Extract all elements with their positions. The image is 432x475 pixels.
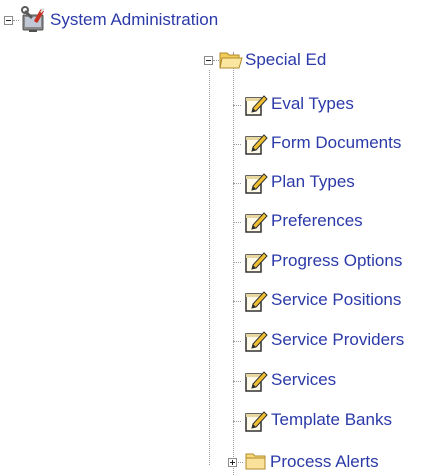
process-alerts-expand-toggle[interactable] xyxy=(228,458,237,467)
edit-document-icon xyxy=(245,331,268,352)
root-collapse-toggle[interactable] xyxy=(4,16,13,25)
folder-closed-icon xyxy=(245,453,266,470)
tree-node-services[interactable]: Services xyxy=(271,370,336,390)
edit-document-icon xyxy=(245,252,268,273)
edit-document-icon xyxy=(245,212,268,233)
tree-node-progress-options[interactable]: Progress Options xyxy=(271,251,402,271)
tree-node-service-positions[interactable]: Service Positions xyxy=(271,290,401,310)
tree-line-child-3 xyxy=(233,222,241,223)
tree-line-root xyxy=(13,20,19,21)
edit-document-icon xyxy=(245,371,268,392)
edit-document-icon xyxy=(245,291,268,312)
edit-document-icon xyxy=(245,411,268,432)
tree-line-level2-trunk xyxy=(233,92,234,475)
tree-node-special-ed[interactable]: Special Ed xyxy=(245,50,326,70)
tree-node-plan-types[interactable]: Plan Types xyxy=(271,172,355,192)
special-ed-collapse-toggle[interactable] xyxy=(204,56,213,65)
tree-line-child-8 xyxy=(233,421,241,422)
tree-node-preferences[interactable]: Preferences xyxy=(271,211,363,231)
edit-document-icon xyxy=(245,173,268,194)
tree-node-service-providers[interactable]: Service Providers xyxy=(271,330,404,350)
tree-line-special-ed-children xyxy=(209,70,210,465)
tree-line-child-0 xyxy=(233,105,241,106)
tree-line-child-7 xyxy=(233,381,241,382)
tree-line-child-4 xyxy=(233,262,241,263)
admin-tools-icon xyxy=(21,6,45,32)
tree-node-process-alerts[interactable]: Process Alerts xyxy=(270,452,379,472)
edit-document-icon xyxy=(245,95,268,116)
tree-line-child-1 xyxy=(233,144,241,145)
tree-line-child-6 xyxy=(233,341,241,342)
tree-line-child-2 xyxy=(233,183,241,184)
tree-node-eval-types[interactable]: Eval Types xyxy=(271,94,354,114)
tree-node-template-banks[interactable]: Template Banks xyxy=(271,410,392,430)
tree-node-system-administration[interactable]: System Administration xyxy=(50,10,218,30)
admin-tree: System Administration Special Ed Eval Ty… xyxy=(0,0,432,475)
folder-open-icon xyxy=(219,52,243,69)
tree-node-form-documents[interactable]: Form Documents xyxy=(271,133,401,153)
tree-line-child-5 xyxy=(233,301,241,302)
edit-document-icon xyxy=(245,134,268,155)
